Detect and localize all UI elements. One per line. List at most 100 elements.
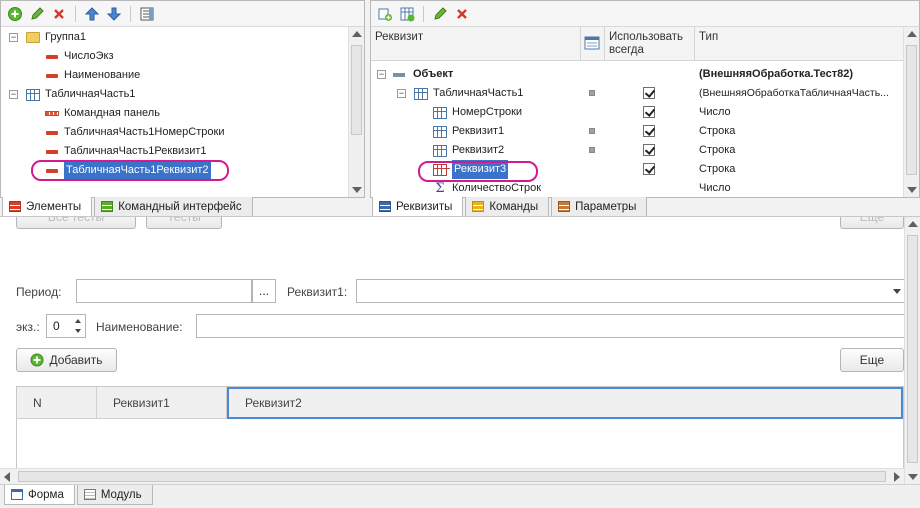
ekz-spinner[interactable]: 0 (46, 314, 86, 338)
table-icon (26, 88, 40, 101)
tree-item-line-number[interactable]: ТабличнаяЧасть1НомерСтроки (45, 123, 224, 142)
scroll-down-icon[interactable] (352, 187, 362, 193)
attr-type: Число (699, 106, 731, 118)
attr-row-object[interactable]: − Объект (ВнешняяОбработка.Тест82) (377, 65, 897, 84)
attributes-tabs: Реквизиты Команды Параметры (372, 197, 648, 217)
tab-label: Команды (489, 200, 539, 213)
tree-item-chisloekz[interactable]: ЧислоЭкз (45, 47, 114, 66)
ekz-value: 0 (53, 319, 60, 333)
attr-name: Реквизит2 (452, 144, 505, 156)
table-icon (414, 87, 428, 100)
folder-icon (26, 32, 40, 43)
tree-item-label: ТабличнаяЧасть1 (45, 88, 136, 100)
spin-up-icon[interactable] (75, 319, 81, 323)
use-always-checkbox[interactable] (643, 163, 655, 175)
attr-row-attr1[interactable]: Реквизит1 Строка (433, 122, 897, 141)
attr-row-line-number[interactable]: НомерСтроки Число (433, 103, 897, 122)
attr-type: (ВнешняяОбработка.Тест82) (699, 68, 854, 80)
parameters-icon (558, 201, 571, 212)
tree-item-attr1[interactable]: ТабличнаяЧасть1Реквизит1 (45, 142, 207, 161)
add-attribute-icon[interactable] (375, 4, 395, 24)
grid-column-n[interactable]: N (17, 387, 97, 419)
vertical-scrollbar[interactable] (904, 217, 920, 484)
button-label: Еще (859, 353, 885, 367)
tab-command-interface[interactable]: Командный интерфейс (94, 197, 253, 217)
object-icon (393, 72, 405, 77)
tree-item-naimenovanie[interactable]: Наименование (45, 66, 140, 85)
column-header-label: Реквизит1 (113, 396, 170, 410)
use-always-checkbox[interactable] (643, 87, 655, 99)
grid-column-attr1[interactable]: Реквизит1 (97, 387, 227, 419)
tree-item-command-panel[interactable]: Командная панель (45, 104, 160, 123)
scroll-thumb[interactable] (907, 235, 918, 463)
scroll-down-icon[interactable] (907, 187, 917, 193)
scroll-up-icon[interactable] (352, 31, 362, 37)
tab-parameters[interactable]: Параметры (551, 197, 648, 217)
collapse-icon[interactable]: − (397, 89, 406, 98)
name-input[interactable] (196, 314, 908, 338)
column-header-label: Реквизит2 (245, 396, 302, 410)
ekz-label: экз.: (16, 320, 40, 334)
more-button-top[interactable]: Еще (840, 217, 904, 229)
more-button[interactable]: Еще (840, 348, 904, 372)
move-up-icon[interactable] (82, 4, 102, 24)
collapse-icon[interactable]: − (9, 90, 18, 99)
column-header-use-always[interactable]: Использовать всегда (605, 27, 695, 61)
column-header-view[interactable] (581, 27, 605, 61)
period-select-button[interactable]: ... (252, 279, 276, 303)
tree-item-tabular-section[interactable]: − ТабличнаяЧасть1 (9, 85, 135, 104)
dropdown-icon[interactable] (893, 289, 901, 294)
add-icon[interactable] (5, 4, 25, 24)
tab-attributes[interactable]: Реквизиты (372, 197, 464, 217)
delete-icon[interactable] (49, 4, 69, 24)
scroll-up-icon[interactable] (908, 221, 918, 227)
delete-icon[interactable] (452, 4, 472, 24)
scroll-thumb[interactable] (906, 45, 917, 175)
use-always-checkbox[interactable] (643, 125, 655, 137)
spin-down-icon[interactable] (75, 329, 81, 333)
form-properties-icon[interactable] (137, 4, 157, 24)
attr1-input[interactable] (356, 279, 908, 303)
grid-column-attr2[interactable]: Реквизит2 (227, 387, 903, 419)
scroll-thumb[interactable] (18, 471, 886, 482)
collapse-icon[interactable]: − (377, 70, 386, 79)
tab-module[interactable]: Модуль (76, 485, 153, 505)
attr-type: Строка (699, 144, 736, 156)
toolbar-separator (423, 5, 424, 22)
elements-toolbar (1, 1, 364, 27)
horizontal-scrollbar[interactable] (0, 468, 904, 484)
edit-icon[interactable] (27, 4, 47, 24)
move-down-icon[interactable] (104, 4, 124, 24)
editor-tabs: Форма Модуль (0, 484, 920, 508)
tab-commands[interactable]: Команды (465, 197, 550, 217)
tab-elements[interactable]: Элементы (2, 197, 93, 217)
attr-row-tabular-section[interactable]: − ТабличнаяЧасть1 (ВнешняяОбработкаТабли… (397, 84, 897, 103)
tab-form[interactable]: Форма (4, 485, 75, 505)
vertical-scrollbar[interactable] (348, 27, 364, 197)
add-button[interactable]: Добавить (16, 348, 117, 372)
tree-item-group1[interactable]: − Группа1 (9, 28, 86, 47)
attributes-panel: Реквизит Использовать всегда Тип − Объек… (370, 0, 920, 198)
tests-button[interactable]: Тесты (146, 217, 222, 229)
vertical-scrollbar[interactable] (903, 27, 919, 197)
tab-label: Элементы (26, 200, 82, 213)
scroll-up-icon[interactable] (907, 31, 917, 37)
attr-row-attr2[interactable]: Реквизит2 Строка (433, 141, 897, 160)
scroll-down-icon[interactable] (908, 474, 918, 480)
column-header-attribute[interactable]: Реквизит (371, 27, 581, 61)
column-header-type[interactable]: Тип (695, 27, 905, 61)
use-always-checkbox[interactable] (643, 144, 655, 156)
attributes-header: Реквизит Использовать всегда Тип (371, 27, 903, 61)
period-input[interactable] (76, 279, 252, 303)
all-tests-button[interactable]: Все тесты (16, 217, 136, 229)
elements-panel: − Группа1 ЧислоЭкз Наименование − Таблич… (0, 0, 365, 198)
scroll-right-icon[interactable] (894, 472, 900, 482)
collapse-icon[interactable]: − (9, 33, 18, 42)
scroll-thumb[interactable] (351, 45, 362, 135)
use-always-checkbox[interactable] (643, 106, 655, 118)
scroll-left-icon[interactable] (4, 472, 10, 482)
add-column-icon[interactable] (397, 4, 417, 24)
name-label: Наименование: (96, 320, 183, 334)
attr-row-row-count[interactable]: Σ КоличествоСтрок Число (433, 179, 897, 197)
edit-icon[interactable] (430, 4, 450, 24)
